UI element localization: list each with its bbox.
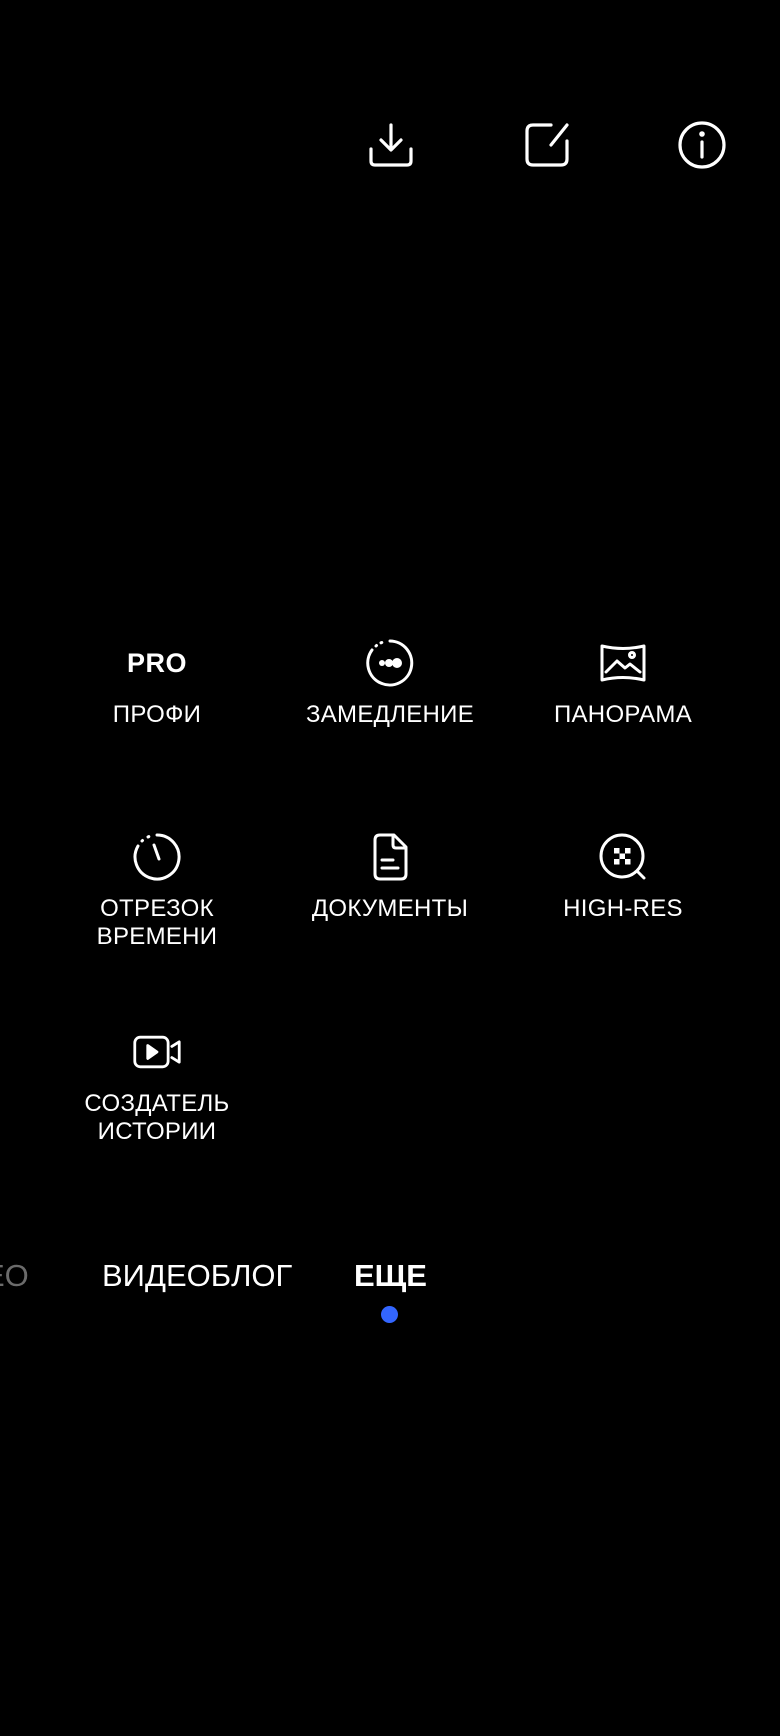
camera-more-modes-screen: PRO ПРОФИ ЗАМЕДЛЕНИЕ ПАНОРАМА ОТРЕЗОК ВР… (0, 0, 780, 1736)
mode-story-creator-label: СОЗДАТЕЛЬ ИСТОРИИ (84, 1090, 230, 1145)
mode-timelapse[interactable]: ОТРЕЗОК ВРЕМЕНИ (40, 831, 274, 951)
story-creator-icon (133, 1035, 181, 1069)
edit-button[interactable] (519, 117, 575, 173)
panorama-icon (600, 644, 646, 682)
mode-pro-label: ПРОФИ (112, 701, 202, 728)
mode-documents[interactable]: ДОКУМЕНТЫ (273, 831, 507, 923)
mode-pro[interactable]: PRO ПРОФИ (40, 637, 274, 729)
download-icon (369, 123, 413, 167)
mode-highres-label: HIGH-RES (563, 895, 683, 922)
mode-switch-more[interactable]: ЕЩЕ (354, 1258, 427, 1294)
mode-switch-video[interactable]: ЕО (0, 1258, 29, 1294)
mode-story-creator[interactable]: СОЗДАТЕЛЬ ИСТОРИИ (40, 1026, 274, 1146)
timelapse-icon (133, 833, 181, 881)
mode-switch-vlog[interactable]: ВИДЕОБЛОГ (102, 1258, 292, 1294)
info-icon (678, 121, 726, 169)
document-icon (373, 833, 408, 881)
edit-icon (525, 123, 569, 167)
mode-panorama[interactable]: ПАНОРАМА (506, 637, 740, 729)
pro-badge: PRO (126, 647, 187, 678)
mode-timelapse-label: ОТРЕЗОК ВРЕМЕНИ (96, 895, 218, 950)
slow-motion-icon (366, 639, 414, 687)
high-res-icon (599, 833, 646, 880)
download-button[interactable] (363, 117, 419, 173)
mode-documents-label: ДОКУМЕНТЫ (311, 895, 469, 922)
pro-badge-icon: PRO (40, 637, 274, 689)
mode-slowmo-label: ЗАМЕДЛЕНИЕ (305, 701, 475, 728)
info-button[interactable] (674, 117, 730, 173)
mode-highres[interactable]: HIGH-RES (506, 831, 740, 923)
mode-panorama-label: ПАНОРАМА (553, 701, 693, 728)
active-mode-indicator (381, 1306, 398, 1323)
mode-slowmo[interactable]: ЗАМЕДЛЕНИЕ (273, 637, 507, 729)
